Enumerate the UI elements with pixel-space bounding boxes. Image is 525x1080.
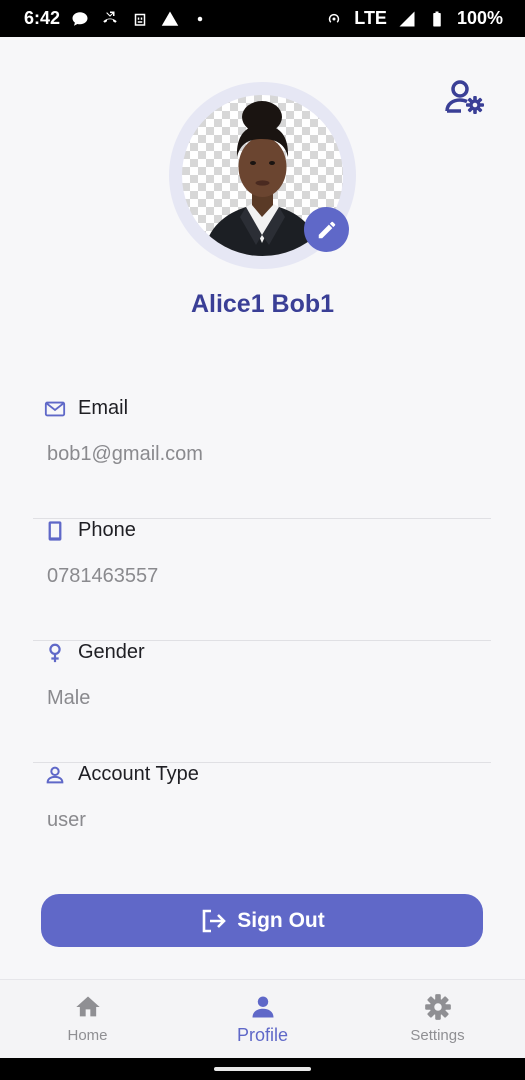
warning-icon [160,9,180,29]
account-settings-button[interactable] [444,78,488,118]
home-gesture-handle[interactable] [214,1067,311,1071]
nav-settings-label: Settings [410,1027,465,1044]
account-type-value: user [47,809,86,831]
sign-out-label: Sign Out [237,908,325,932]
bottom-navigation: Home Profile Settings [0,979,525,1058]
status-bar: 6:42 LTE 100% [0,0,525,37]
email-value: bob1@gmail.com [47,443,203,465]
female-icon [49,643,61,662]
signal-icon [397,9,417,29]
missed-call-icon [100,9,120,29]
battery-icon [427,9,447,29]
gear-icon [424,994,451,1020]
logout-icon [202,909,227,932]
phone-value: 0781463557 [47,565,159,587]
battery-level: 100% [456,8,503,28]
gesture-bar [0,1058,525,1080]
person-icon [252,996,273,1018]
user-gear-icon [445,80,484,114]
robot-icon [130,9,150,29]
profile-name: Alice1 Bob1 [190,290,335,318]
hotspot-icon [324,9,344,29]
gender-value: Male [47,687,91,709]
sign-out-button[interactable]: Sign Out [41,894,483,947]
chat-icon [70,9,90,29]
email-label: Email [78,397,129,419]
network-type: LTE [354,8,387,28]
pencil-icon [318,221,335,238]
nav-home-label: Home [67,1027,108,1044]
edit-photo-button[interactable] [304,207,349,252]
gender-label: Gender [78,641,145,663]
mail-icon [44,401,66,416]
status-time: 6:42 [24,8,61,28]
email-section: Email bob1@gmail.com [33,397,491,519]
person-icon [46,766,64,783]
account-type-section: Account Type user [33,763,491,885]
home-icon [75,996,100,1017]
nav-home[interactable]: Home [0,980,175,1058]
nav-profile[interactable]: Profile [175,980,350,1058]
phone-icon [48,520,62,541]
nav-settings[interactable]: Settings [350,980,525,1058]
nav-profile-label: Profile [236,1025,289,1045]
gender-section: Gender Male [33,641,491,763]
account-type-label: Account Type [78,763,199,785]
dot-icon [190,9,210,29]
phone-label: Phone [78,519,136,541]
phone-section: Phone 0781463557 [33,519,491,641]
